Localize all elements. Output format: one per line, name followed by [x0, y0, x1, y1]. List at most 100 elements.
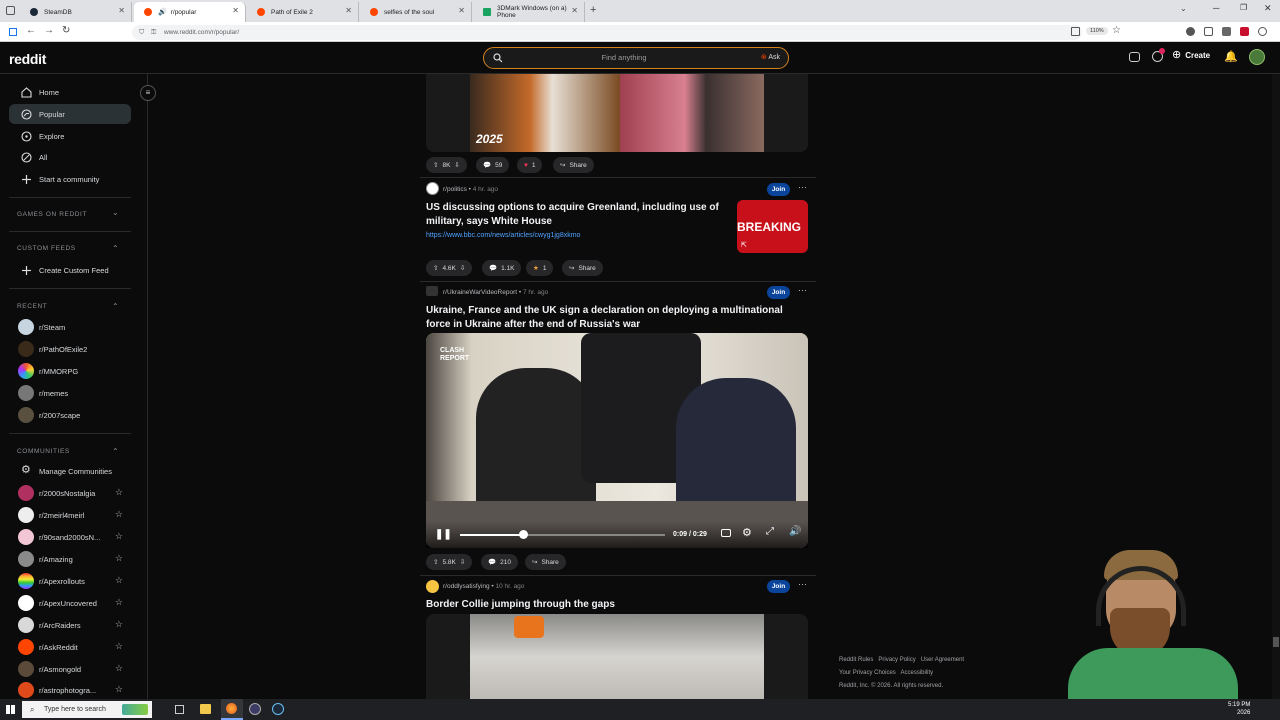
firefox-icon[interactable] [221, 699, 243, 720]
taskbar-search-input[interactable]: ⌕ Type here to search [22, 701, 152, 718]
vote-bar[interactable]: ⇧ 5.8K ⇩ [426, 554, 473, 570]
close-icon[interactable]: ✕ [458, 6, 465, 15]
close-window-button[interactable]: ✕ [1264, 3, 1272, 14]
task-view-icon[interactable] [175, 705, 184, 714]
tab-path-of-exile-2[interactable]: Path of Exile 2 ✕ [247, 2, 359, 22]
star-icon[interactable]: ☆ [115, 663, 123, 674]
sidebar-item-recent[interactable]: r/memes [9, 383, 131, 403]
share-button[interactable]: ↪ Share [562, 260, 603, 276]
obs-icon[interactable] [249, 703, 261, 715]
footer-link-privacy-choices[interactable]: Your Privacy Choices [839, 670, 896, 676]
scrollbar-thumb[interactable] [1273, 637, 1279, 647]
speaker-icon[interactable]: 🔊 [158, 8, 167, 16]
close-icon[interactable]: ✕ [345, 6, 352, 15]
award-button[interactable]: ♥ 1 [517, 157, 543, 173]
more-options-icon[interactable]: ··· [798, 285, 807, 295]
zoom-level[interactable]: 110% [1086, 27, 1108, 35]
pause-button[interactable]: ❚❚ [435, 529, 452, 540]
share-button[interactable]: ↪ Share [525, 554, 566, 570]
extension-icon[interactable] [1222, 27, 1231, 36]
steam-icon[interactable] [272, 703, 284, 715]
taskbar-clock[interactable]: 5:19 PM 2026 [1228, 701, 1250, 717]
windows-start-icon[interactable] [6, 705, 15, 714]
subreddit-link[interactable]: r/oddlysatisfying [443, 583, 490, 590]
more-options-icon[interactable]: ··· [798, 579, 807, 589]
reload-button[interactable]: ↻ [62, 25, 70, 36]
back-button[interactable]: ← [26, 25, 36, 36]
sidebar-item-community[interactable]: r/ArcRaiders ☆ [9, 615, 131, 635]
post-title[interactable]: Ukraine, France and the UK sign a declar… [426, 304, 806, 331]
user-avatar[interactable] [1249, 49, 1265, 65]
close-icon[interactable]: ✕ [571, 6, 578, 15]
chevron-up-icon[interactable]: ⌃ [112, 244, 119, 253]
search-input[interactable]: Find anything ⊛ Ask [483, 47, 789, 69]
custom-feeds-heading[interactable]: CUSTOM FEEDS [17, 245, 76, 252]
reddit-logo[interactable]: reddit [9, 51, 46, 67]
reader-view-icon[interactable] [1071, 27, 1080, 36]
address-bar[interactable]: ⛉ ⚿ www.reddit.com/r/popular/ [132, 25, 1082, 40]
close-icon[interactable]: ✕ [118, 6, 125, 15]
sidebar-item-recent[interactable]: r/2007scape [9, 405, 131, 425]
sidebar-item-community[interactable]: r/AskReddit ☆ [9, 637, 131, 657]
forward-button[interactable]: → [44, 25, 54, 36]
star-icon[interactable]: ☆ [115, 684, 123, 695]
sidebar-item-community[interactable]: r/90sand2000sN... ☆ [9, 527, 131, 547]
upvote-icon[interactable]: ⇧ [433, 161, 438, 169]
sidebar-item-recent[interactable]: r/MMORPG [9, 361, 131, 381]
star-icon[interactable]: ☆ [115, 531, 123, 542]
sidebar-item-community[interactable]: r/2000sNostalgia ☆ [9, 483, 131, 503]
maximize-button[interactable]: ❐ [1240, 3, 1247, 12]
post-title[interactable]: US discussing options to acquire Greenla… [426, 201, 736, 228]
star-icon[interactable]: ☆ [115, 553, 123, 564]
subreddit-avatar[interactable] [426, 182, 439, 195]
new-tab-button[interactable]: + [590, 4, 596, 16]
chevron-up-icon[interactable]: ⌃ [112, 302, 119, 311]
downvote-icon[interactable]: ⇩ [460, 264, 465, 272]
sidebar-item-manage-communities[interactable]: ⚙ Manage Communities [9, 461, 131, 481]
chevron-down-icon[interactable]: ⌄ [112, 208, 119, 217]
post-title[interactable]: Border Collie jumping through the gaps [426, 598, 806, 612]
sidebar-item-community[interactable]: r/Asmongold ☆ [9, 659, 131, 679]
star-icon[interactable]: ☆ [115, 487, 123, 498]
tab-popular[interactable]: 🔊 r/popular ✕ [134, 2, 246, 22]
video-player[interactable]: CLASH REPORT [426, 333, 808, 548]
vote-bar[interactable]: ⇧ 4.6K ⇩ [426, 260, 473, 276]
upvote-icon[interactable]: ⇧ [433, 558, 438, 566]
tab-list-icon[interactable] [6, 6, 15, 15]
sidebar-item-popular[interactable]: Popular [9, 104, 131, 124]
sidebar-toggle-icon[interactable] [9, 28, 17, 36]
fullscreen-icon[interactable]: ⤢ [766, 526, 774, 537]
sidebar-item-recent[interactable]: r/PathOfExile2 [9, 339, 131, 359]
subreddit-avatar[interactable] [426, 580, 439, 593]
comments-button[interactable]: 💬 1.1K [482, 260, 522, 276]
post-image[interactable]: 2025 [426, 74, 808, 152]
menu-icon[interactable]: ⋮ [1276, 27, 1280, 36]
advertise-icon[interactable] [1129, 52, 1140, 62]
games-heading[interactable]: GAMES ON REDDIT [17, 211, 87, 218]
extension-icon[interactable] [1204, 27, 1213, 36]
post-video-thumbnail[interactable] [426, 614, 808, 699]
comments-button[interactable]: 💬 59 [476, 157, 510, 173]
star-icon[interactable]: ☆ [115, 619, 123, 630]
sidebar-item-home[interactable]: Home [9, 82, 131, 102]
join-button[interactable]: Join [767, 183, 790, 196]
lock-icon[interactable]: ⚿ [151, 25, 156, 40]
post-link[interactable]: https://www.bbc.com/news/articles/cwyg1j… [426, 232, 580, 239]
share-button[interactable]: ↪ Share [553, 157, 594, 173]
star-icon[interactable]: ☆ [115, 641, 123, 652]
seek-handle[interactable] [519, 530, 529, 539]
page-scrollbar[interactable] [1272, 74, 1280, 699]
footer-link-user-agreement[interactable]: User Agreement [921, 657, 964, 663]
post-thumbnail[interactable]: BREAKING ⇱ [737, 200, 808, 253]
bell-icon[interactable]: 🔔 [1224, 50, 1238, 63]
join-button[interactable]: Join [767, 580, 790, 593]
extension-icon[interactable] [1240, 27, 1249, 36]
close-icon[interactable]: ✕ [232, 6, 239, 15]
sidebar-item-all[interactable]: All [9, 147, 131, 167]
shield-icon[interactable]: ⛉ [139, 25, 144, 40]
star-icon[interactable]: ☆ [115, 597, 123, 608]
join-button[interactable]: Join [767, 286, 790, 299]
downvote-icon[interactable]: ⇩ [460, 558, 465, 566]
chevron-up-icon[interactable]: ⌃ [112, 447, 119, 456]
captions-icon[interactable] [721, 529, 731, 537]
